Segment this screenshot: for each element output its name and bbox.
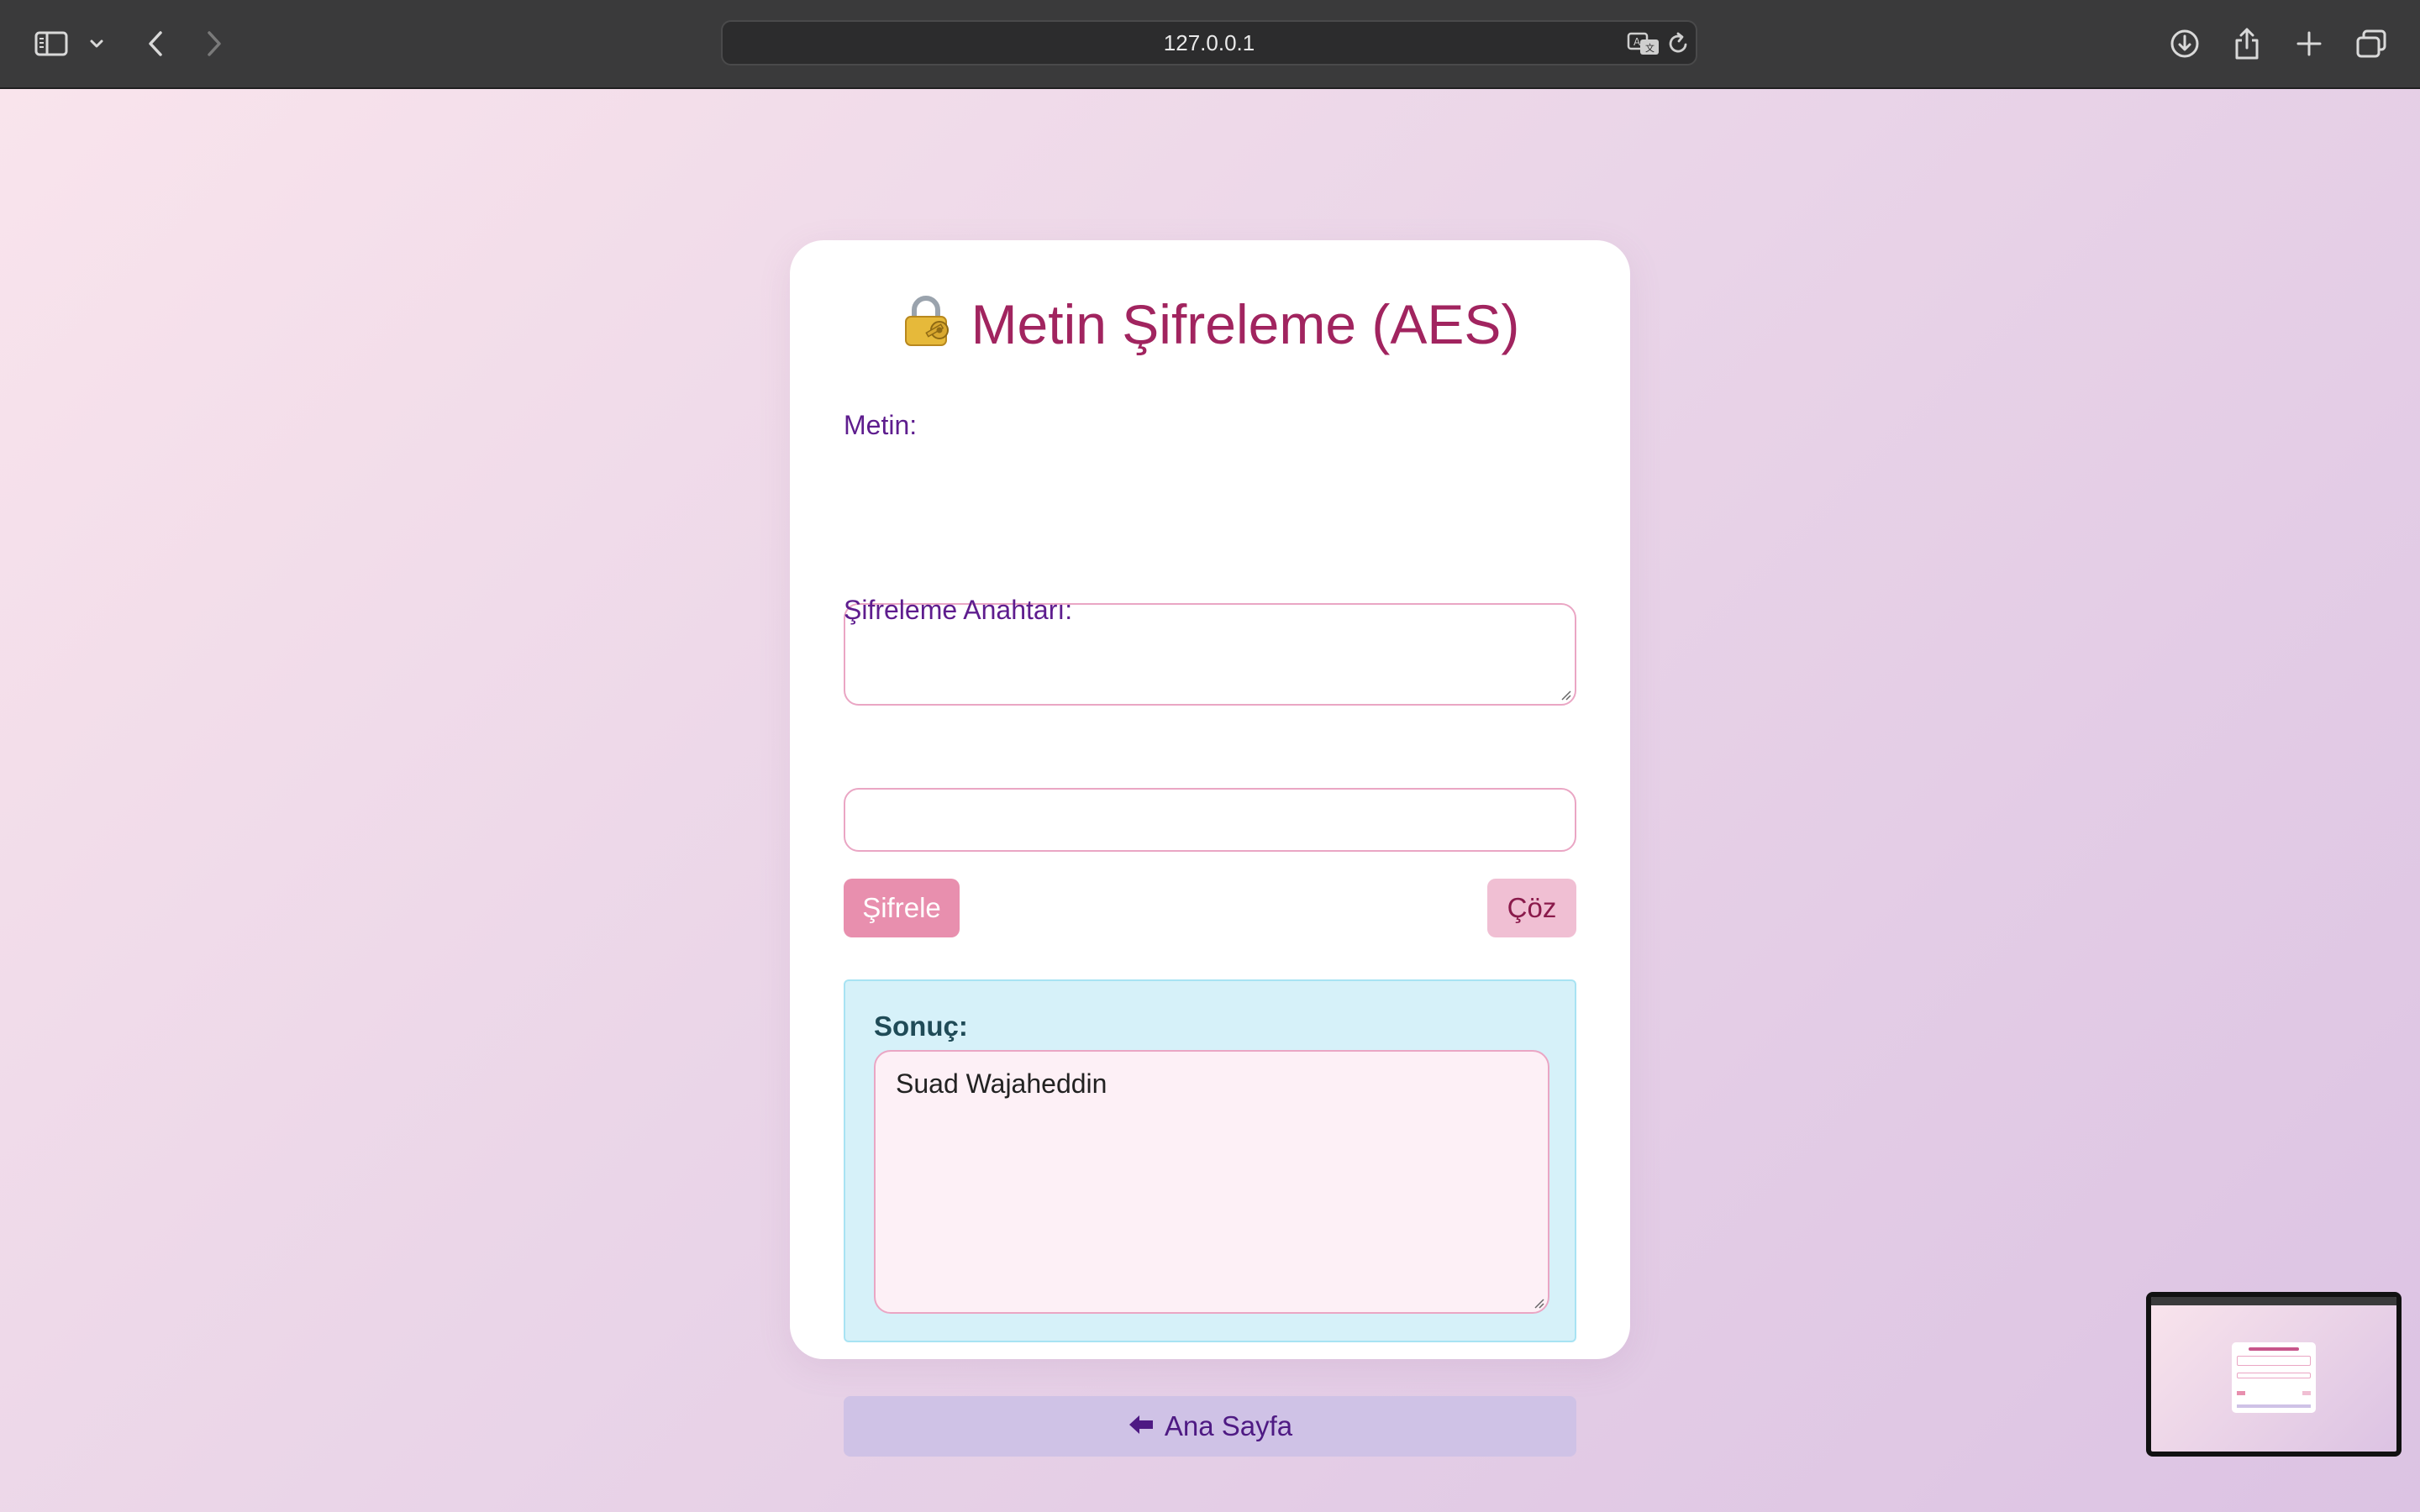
result-panel: Sonuç: Suad Wajaheddin xyxy=(844,979,1576,1342)
reload-icon[interactable] xyxy=(1667,30,1691,57)
resize-grip-icon[interactable] xyxy=(1560,689,1571,701)
result-text: Suad Wajaheddin xyxy=(896,1068,1107,1099)
thumbnail-toolbar xyxy=(2151,1297,2396,1305)
thumbnail-encrypt-button xyxy=(2237,1391,2245,1395)
share-icon[interactable] xyxy=(2232,22,2262,66)
tabs-overview-icon[interactable] xyxy=(2354,22,2388,66)
thumbnail-card xyxy=(2232,1342,2316,1413)
chevron-left-icon[interactable] xyxy=(141,22,170,66)
encryption-card: Metin Şifreleme (AES) Metin: Şifreleme A… xyxy=(790,240,1630,1457)
thumbnail-title xyxy=(2249,1347,2299,1351)
key-label: Şifreleme Anahtarı: xyxy=(844,595,1073,625)
window-thumbnail[interactable] xyxy=(2146,1292,2402,1457)
encrypt-button[interactable]: Şifrele xyxy=(844,879,960,937)
plus-icon[interactable] xyxy=(2294,22,2324,66)
page-title: Metin Şifreleme (AES) xyxy=(790,291,1630,358)
browser-toolbar: 127.0.0.1 A 文 xyxy=(0,0,2420,89)
key-input[interactable] xyxy=(844,788,1576,852)
locked-with-key-icon xyxy=(901,293,956,349)
chevron-down-icon[interactable] xyxy=(87,22,106,66)
resize-grip-icon[interactable] xyxy=(1533,1297,1544,1309)
address-bar[interactable]: 127.0.0.1 A 文 xyxy=(721,20,1697,66)
thumbnail-key-field xyxy=(2237,1373,2311,1378)
home-button[interactable]: Ana Sayfa xyxy=(844,1396,1576,1457)
thumbnail-text-field xyxy=(2237,1356,2311,1366)
decrypt-button[interactable]: Çöz xyxy=(1487,879,1576,937)
result-output[interactable]: Suad Wajaheddin xyxy=(874,1050,1549,1314)
home-button-label: Ana Sayfa xyxy=(1164,1410,1293,1441)
url-text: 127.0.0.1 xyxy=(1163,29,1255,55)
text-label: Metin: xyxy=(844,410,918,440)
page-viewport: Metin Şifreleme (AES) Metin: Şifreleme A… xyxy=(0,89,2420,1512)
thumbnail-home-button xyxy=(2237,1404,2311,1408)
svg-text:A: A xyxy=(1634,36,1641,48)
sidebar-icon[interactable] xyxy=(34,22,69,66)
thumbnail-decrypt-button xyxy=(2302,1391,2311,1395)
result-label: Sonuç: xyxy=(874,1011,968,1042)
page-title-text: Metin Şifreleme (AES) xyxy=(971,293,1520,355)
svg-text:文: 文 xyxy=(1645,42,1655,54)
left-arrow-icon xyxy=(1128,1410,1155,1442)
download-icon[interactable] xyxy=(2168,22,2202,66)
chevron-right-icon[interactable] xyxy=(200,22,229,66)
translate-icon[interactable]: A 文 xyxy=(1627,30,1660,57)
